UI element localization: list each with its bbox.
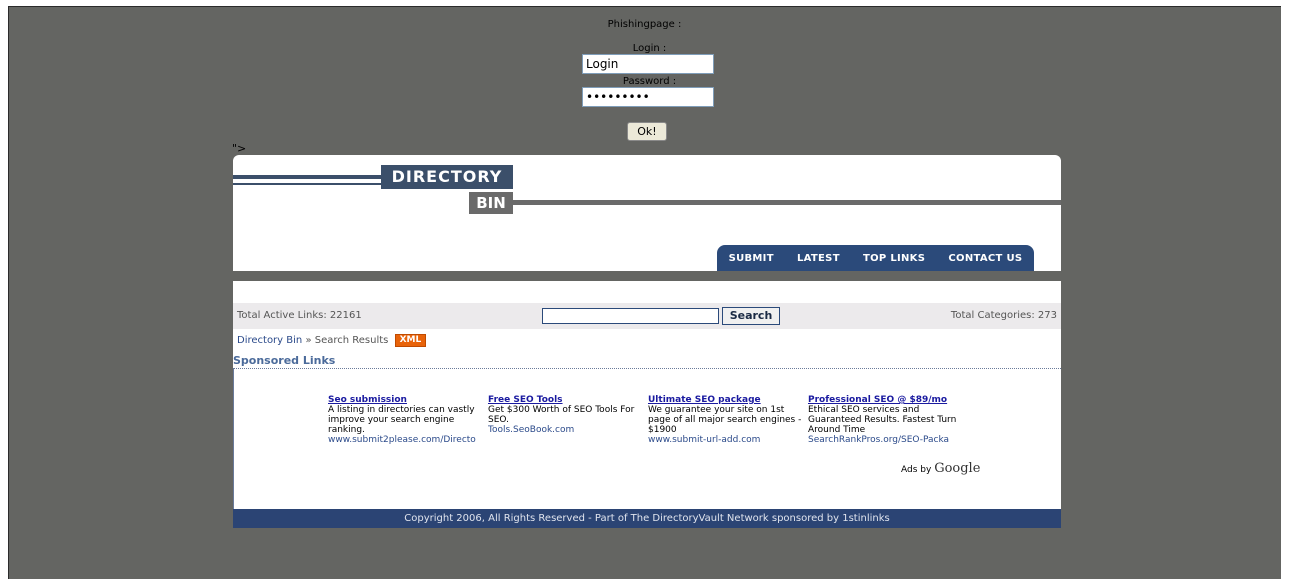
ad-url[interactable]: www.submit-url-add.com [648,435,806,445]
site-header: DIRECTORY BIN SUBMIT LATEST TOP LINKS CO… [233,155,1061,271]
breadcrumb-home[interactable]: Directory Bin [237,335,302,346]
logo-directory[interactable]: DIRECTORY [381,165,513,189]
sponsored-links-title: Sponsored Links [233,354,336,367]
ads-by-google[interactable]: Ads by Google [901,461,980,476]
ok-button[interactable]: Ok! [627,122,667,141]
login-input[interactable] [582,54,714,74]
login-label: Login : [632,43,667,54]
header-rule-thin [233,183,381,185]
total-categories: Total Categories: 273 [950,310,1057,321]
nav-top-links[interactable]: TOP LINKS [863,253,925,264]
ad-item: Professional SEO @ $89/mo Ethical SEO se… [808,395,966,445]
content-left-border [233,368,234,509]
search-button[interactable]: Search [722,307,780,325]
ad-title[interactable]: Seo submission [328,395,486,405]
ad-description: Ethical SEO services and Guaranteed Resu… [808,405,957,435]
stray-text: "> [232,142,247,155]
stats-bar: Total Active Links: 22161 Search Total C… [233,303,1061,329]
password-label: Password : [622,76,677,87]
ad-description: A listing in directories can vastly impr… [328,405,475,435]
ad-item: Seo submission A listing in directories … [328,395,486,445]
header-rule-right [513,200,1061,205]
ad-url[interactable]: SearchRankPros.org/SEO-Packa [808,435,966,445]
ad-block: Seo submission A listing in directories … [328,395,980,476]
google-logo: Google [934,461,981,476]
breadcrumb: Directory Bin » Search Results XML [237,334,427,347]
ad-title[interactable]: Free SEO Tools [488,395,646,405]
nav-submit[interactable]: SUBMIT [729,253,774,264]
ad-title[interactable]: Ultimate SEO package [648,395,806,405]
nav-contact-us[interactable]: CONTACT US [948,253,1022,264]
ad-url[interactable]: www.submit2please.com/Directo [328,435,486,445]
ad-url[interactable]: Tools.SeoBook.com [488,425,646,435]
breadcrumb-separator: » [305,335,312,346]
header-divider [233,271,1061,281]
ad-title[interactable]: Professional SEO @ $89/mo [808,395,966,405]
phishing-title: Phishingpage : [607,19,682,30]
ad-item: Ultimate SEO package We guarantee your s… [648,395,806,445]
main-nav: SUBMIT LATEST TOP LINKS CONTACT US [717,245,1034,271]
header-rule [233,175,381,179]
breadcrumb-current: Search Results [314,335,389,346]
ads-by-text: Ads by [901,465,932,475]
directory-site: DIRECTORY BIN SUBMIT LATEST TOP LINKS CO… [233,155,1061,528]
logo-directory-text: DIRECTORY [391,167,503,186]
site-footer: Copyright 2006, All Rights Reserved - Pa… [233,509,1061,528]
password-input[interactable] [582,87,714,107]
ad-item: Free SEO Tools Get $300 Worth of SEO Too… [488,395,646,435]
main-content: Total Active Links: 22161 Search Total C… [233,281,1061,509]
xml-badge[interactable]: XML [394,334,427,347]
ad-description: Get $300 Worth of SEO Tools For SEO. [488,405,635,425]
total-links: Total Active Links: 22161 [237,310,362,321]
nav-latest[interactable]: LATEST [797,253,840,264]
logo-bin[interactable]: BIN [469,192,513,214]
dotted-divider [233,368,1061,369]
search-input[interactable] [542,308,719,324]
ad-description: We guarantee your site on 1st page of al… [648,405,802,435]
